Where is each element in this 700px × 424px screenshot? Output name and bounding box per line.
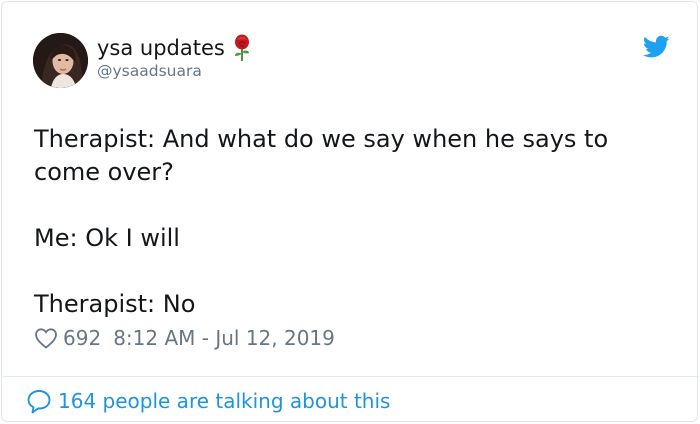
timestamp[interactable]: 8:12 AM - Jul 12, 2019 [113, 326, 335, 350]
author-name-row[interactable]: ysa updates [97, 34, 253, 62]
heart-icon[interactable] [34, 327, 58, 349]
talking-label[interactable]: 164 people are talking about this [58, 389, 390, 413]
tweet-line: Me: Ok I will [34, 224, 180, 252]
tweet-text: Therapist: And what do we say when he sa… [34, 123, 654, 321]
tweet-line: Therapist: No [34, 290, 196, 318]
divider [3, 376, 699, 377]
tweet-meta: 692 8:12 AM - Jul 12, 2019 [34, 324, 335, 352]
display-name[interactable]: ysa updates [97, 36, 225, 60]
avatar[interactable] [33, 33, 88, 88]
tweet-card: ysa updates @ysaadsuara Therapist: And w… [1, 1, 699, 422]
talking-link[interactable]: 164 people are talking about this [26, 387, 390, 415]
tweet-line: Therapist: And what do we say when he sa… [34, 125, 609, 186]
author-handle[interactable]: @ysaadsuara [97, 62, 202, 80]
like-count[interactable]: 692 [63, 326, 101, 350]
rose-icon [231, 34, 253, 62]
comment-bubble-icon [26, 388, 52, 414]
twitter-bird-icon[interactable] [642, 35, 670, 59]
